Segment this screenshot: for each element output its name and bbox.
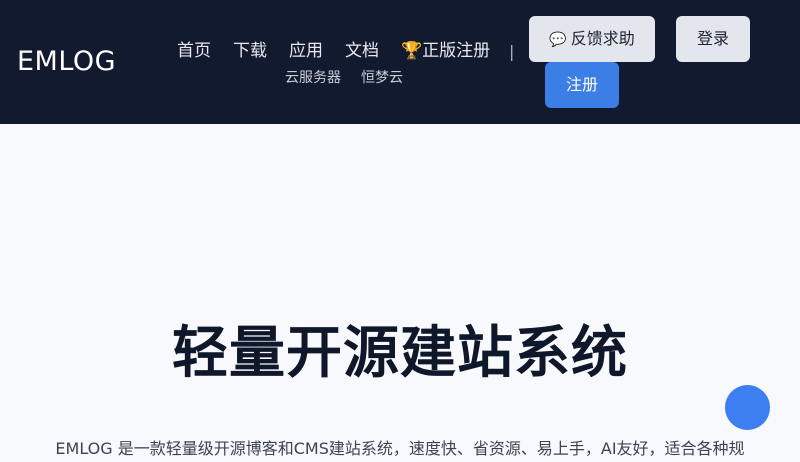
nav-separator: |	[509, 42, 515, 61]
feedback-button[interactable]: 💬 反馈求助	[529, 16, 655, 62]
nav-cloud-server[interactable]: 云服务器	[285, 68, 341, 88]
nav-download[interactable]: 下载	[233, 38, 267, 64]
top-header: EMLOG 首页 下载 应用 文档 🏆正版注册 | 云服务器 恒梦云 💬 反馈求助…	[0, 0, 800, 124]
login-button[interactable]: 登录	[676, 16, 750, 62]
floating-action-button[interactable]	[725, 385, 770, 430]
nav-home[interactable]: 首页	[177, 38, 211, 64]
site-logo[interactable]: EMLOG	[17, 44, 116, 80]
hero-description: EMLOG 是一款轻量级开源博客和CMS建站系统，速度快、省资源、易上手，AI友…	[55, 439, 745, 458]
nav-docs[interactable]: 文档	[345, 38, 379, 64]
nav-hengmeng-cloud[interactable]: 恒梦云	[361, 68, 403, 88]
nav-apps[interactable]: 应用	[289, 38, 323, 64]
hero-title: 轻量开源建站系统	[172, 321, 628, 386]
nav-register-license[interactable]: 🏆正版注册	[401, 38, 490, 64]
feedback-label: 反馈求助	[570, 29, 635, 48]
chat-bubble-icon: 💬	[549, 32, 567, 48]
register-button[interactable]: 注册	[545, 62, 619, 108]
